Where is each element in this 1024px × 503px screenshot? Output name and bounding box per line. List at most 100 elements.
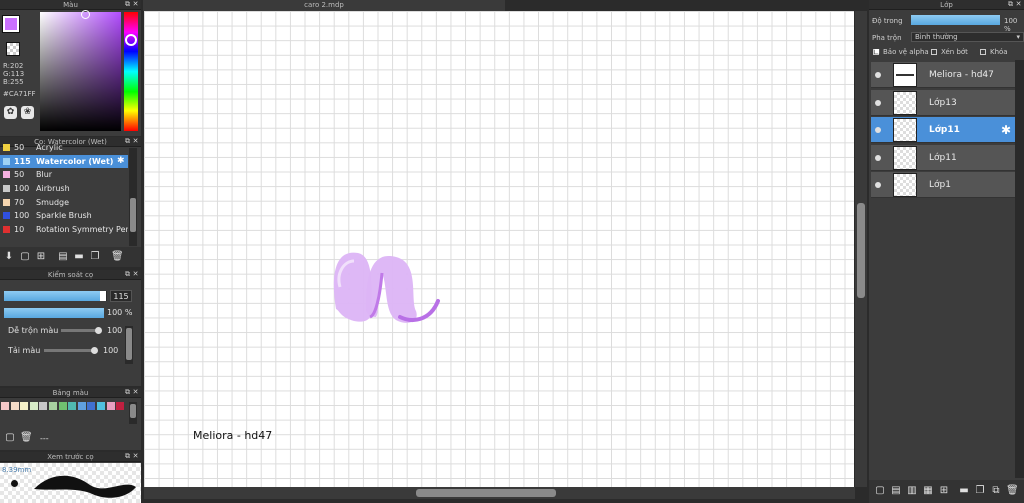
gear-icon[interactable]: ✱ bbox=[1001, 123, 1011, 137]
primary-color-swatch[interactable] bbox=[2, 15, 20, 33]
brush-item[interactable]: 100 Sparkle Brush bbox=[0, 209, 128, 223]
layer-list-scrollbar[interactable] bbox=[1015, 60, 1024, 478]
canvas-horizontal-scrollbar[interactable] bbox=[144, 487, 855, 499]
blend-slider[interactable] bbox=[61, 329, 99, 332]
new-raster-layer-icon[interactable]: ▤ bbox=[890, 485, 902, 497]
delete-icon[interactable]: 🗑 bbox=[111, 251, 124, 263]
palette-scrollbar[interactable] bbox=[129, 402, 137, 424]
popout-icon[interactable]: ⧉ bbox=[124, 453, 131, 460]
brush-item[interactable]: 100 Airbrush bbox=[0, 182, 128, 196]
clipping-checkbox[interactable] bbox=[931, 49, 937, 55]
layer-item[interactable]: Lớp1 bbox=[871, 172, 1015, 198]
close-icon[interactable]: ✕ bbox=[132, 1, 139, 8]
drawing-canvas[interactable]: Meliora - hd47 bbox=[144, 11, 854, 487]
document-tab[interactable]: caro 2.mdp bbox=[143, 0, 505, 11]
size-knob[interactable] bbox=[100, 291, 106, 301]
add-brush-icon[interactable]: ⊞ bbox=[35, 251, 47, 263]
popout-icon[interactable]: ⧉ bbox=[1007, 1, 1014, 8]
delete-palette-icon[interactable]: 🗑 bbox=[20, 432, 33, 444]
visibility-eye-icon[interactable] bbox=[875, 154, 881, 161]
brush-control-scrollbar[interactable] bbox=[125, 326, 133, 364]
palette-swatch[interactable] bbox=[1, 402, 9, 410]
duplicate-layer-icon[interactable]: ❐ bbox=[974, 485, 986, 497]
popout-icon[interactable]: ⧉ bbox=[124, 271, 131, 278]
visibility-eye-icon[interactable] bbox=[875, 127, 881, 133]
close-icon[interactable]: ✕ bbox=[1015, 1, 1022, 8]
palette-swatch[interactable] bbox=[49, 402, 57, 410]
reload-slider[interactable] bbox=[44, 349, 96, 352]
merge-layer-icon[interactable]: ⧉ bbox=[990, 485, 1002, 497]
palette-swatch[interactable] bbox=[39, 402, 48, 410]
brush-item[interactable]: 10 Rotation Symmetry Pen bbox=[0, 223, 128, 237]
duplicate-icon[interactable]: ❐ bbox=[89, 251, 101, 263]
lock-checkbox[interactable] bbox=[980, 49, 986, 55]
sv-picker-cursor[interactable] bbox=[81, 10, 90, 19]
brush-size-value[interactable]: 115 bbox=[110, 290, 132, 302]
layer-item[interactable]: Lớp11 ✱ bbox=[871, 117, 1015, 143]
brush-size: 50 bbox=[14, 170, 25, 180]
protect-alpha-checkbox[interactable]: ■ bbox=[873, 49, 880, 55]
brush-settings-icon[interactable]: ▤ bbox=[57, 251, 69, 263]
color-wheel-icon[interactable]: ✿ bbox=[4, 106, 17, 119]
palette-swatch[interactable] bbox=[87, 402, 96, 410]
blend-knob[interactable] bbox=[95, 327, 102, 334]
layer-opacity-slider[interactable] bbox=[911, 15, 1000, 25]
close-icon[interactable]: ✕ bbox=[132, 453, 139, 460]
new-palette-icon[interactable]: ▢ bbox=[4, 432, 16, 444]
visibility-eye-icon[interactable] bbox=[875, 99, 881, 106]
hue-slider[interactable] bbox=[124, 12, 138, 131]
close-icon[interactable]: ✕ bbox=[132, 138, 139, 145]
visibility-eye-icon[interactable] bbox=[875, 72, 881, 78]
download-icon[interactable]: ⬇ bbox=[3, 251, 15, 263]
new-layer-icon[interactable]: ▢ bbox=[874, 485, 886, 497]
scrollbar-thumb[interactable] bbox=[130, 198, 136, 232]
scrollbar-thumb[interactable] bbox=[130, 404, 136, 418]
layer-item[interactable]: Lớp13 bbox=[871, 89, 1015, 116]
popout-icon[interactable]: ⧉ bbox=[124, 1, 131, 8]
layer-blend-select[interactable]: Bình thường ▾ bbox=[911, 32, 1024, 42]
popout-icon[interactable]: ⧉ bbox=[124, 389, 131, 396]
brush-item[interactable]: 50 Eraser (Soft) bbox=[0, 237, 128, 240]
palette-swatch[interactable] bbox=[29, 402, 38, 410]
palette-swatch[interactable] bbox=[106, 402, 115, 410]
new-brush-icon[interactable]: ▢ bbox=[19, 251, 31, 263]
add-layer-menu-icon[interactable]: ⊞ bbox=[938, 485, 950, 497]
reload-knob[interactable] bbox=[91, 347, 98, 354]
scrollbar-thumb[interactable] bbox=[126, 328, 132, 360]
brush-list-scrollbar[interactable] bbox=[129, 148, 137, 246]
palette-swatch[interactable] bbox=[20, 402, 29, 410]
palette-swatch[interactable] bbox=[58, 402, 67, 410]
brush-size-slider[interactable] bbox=[4, 291, 107, 301]
delete-layer-icon[interactable]: 🗑 bbox=[1006, 485, 1019, 497]
new-halftone-layer-icon[interactable]: ▥ bbox=[906, 485, 918, 497]
folder-icon[interactable]: ▬ bbox=[73, 251, 85, 263]
layer-folder-icon[interactable]: ▬ bbox=[958, 485, 970, 497]
brush-item[interactable]: 70 Smudge bbox=[0, 196, 128, 210]
close-icon[interactable]: ✕ bbox=[132, 271, 139, 278]
palette-swatch[interactable] bbox=[97, 402, 105, 410]
color-palette-icon[interactable]: ❀ bbox=[21, 106, 34, 119]
layer-name: Lớp11 bbox=[929, 125, 960, 135]
brush-opacity-slider[interactable] bbox=[4, 308, 104, 318]
layer-item[interactable]: Lớp11 bbox=[871, 144, 1015, 171]
palette-swatch[interactable] bbox=[116, 402, 125, 410]
layer-item[interactable]: Meliora - hd47 bbox=[871, 62, 1015, 88]
gear-icon[interactable]: ✱ bbox=[117, 155, 125, 169]
close-icon[interactable]: ✕ bbox=[132, 389, 139, 396]
brush-item[interactable]: 115 Watercolor (Wet) ✱ bbox=[0, 154, 128, 169]
saturation-value-picker[interactable] bbox=[40, 12, 121, 131]
reload-value: 100 bbox=[103, 346, 119, 355]
hue-cursor[interactable] bbox=[125, 34, 137, 46]
vertical-scrollbar-thumb[interactable] bbox=[857, 203, 865, 298]
brush-item[interactable]: 50 Blur bbox=[0, 168, 128, 182]
brush-item[interactable]: 50 Acrylic bbox=[0, 141, 128, 155]
brush-size: 70 bbox=[14, 197, 25, 207]
visibility-eye-icon[interactable] bbox=[875, 182, 881, 188]
secondary-color-swatch[interactable] bbox=[6, 42, 20, 56]
palette-swatch[interactable] bbox=[10, 402, 19, 410]
palette-swatch[interactable] bbox=[68, 402, 77, 410]
palette-swatch[interactable] bbox=[77, 402, 86, 410]
new-vector-layer-icon[interactable]: ▦ bbox=[922, 485, 934, 497]
canvas-vertical-scrollbar[interactable] bbox=[855, 11, 867, 487]
horizontal-scrollbar-thumb[interactable] bbox=[416, 489, 556, 497]
